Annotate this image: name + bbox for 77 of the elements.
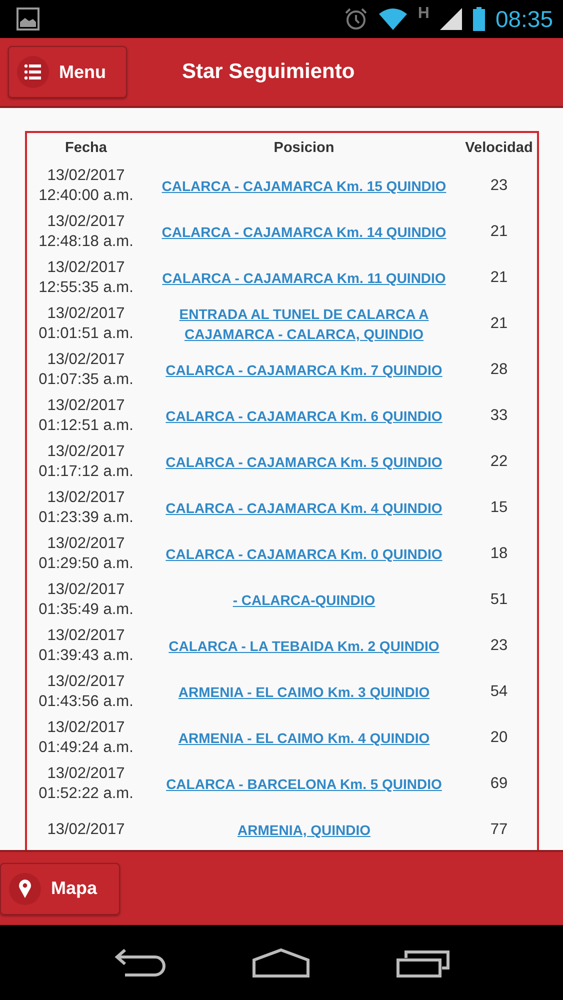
home-icon[interactable] (252, 948, 310, 978)
speed-value: 15 (490, 499, 508, 517)
date-text: 13/02/2017 (47, 166, 125, 186)
date-text: 13/02/2017 (47, 764, 125, 784)
date-text: 13/02/2017 (47, 258, 125, 278)
position-link[interactable]: CALARCA - CAJAMARCA Km. 4 QUINDIO (162, 498, 446, 518)
position-link[interactable]: ARMENIA - EL CAIMO Km. 4 QUINDIO (174, 728, 434, 748)
column-header: Posicion (272, 139, 336, 158)
date-text: 13/02/2017 (47, 534, 125, 554)
speed-value: 51 (490, 591, 508, 609)
time-text: 01:07:35 a.m. (38, 370, 134, 390)
network-type-label: H (418, 5, 430, 23)
speed-value: 69 (490, 775, 508, 793)
clock-time: 08:35 (495, 6, 553, 32)
signal-icon (439, 7, 464, 31)
recent-apps-icon[interactable] (396, 948, 450, 978)
speed-value: 33 (490, 407, 508, 425)
time-text: 01:43:56 a.m. (38, 692, 134, 712)
speed-value: 23 (490, 637, 508, 655)
time-text: 12:40:00 a.m. (38, 186, 134, 206)
speed-value: 77 (490, 821, 508, 839)
position-link[interactable]: CALARCA - CAJAMARCA Km. 6 QUINDIO (162, 406, 446, 426)
date-text: 13/02/2017 (47, 488, 125, 508)
position-link[interactable]: ARMENIA - EL CAIMO Km. 3 QUINDIO (174, 682, 434, 702)
time-text: 01:01:51 a.m. (38, 324, 134, 344)
wifi-icon (378, 8, 408, 30)
date-text: 13/02/2017 (47, 718, 125, 738)
position-link[interactable]: ENTRADA AL TUNEL DE CALARCA A CAJAMARCA - CALARCA, QUINDIO (145, 304, 463, 344)
date-text: 13/02/2017 (47, 626, 125, 646)
position-link[interactable]: CALARCA - CAJAMARCA Km. 15 QUINDIO (158, 176, 450, 196)
speed-value: 28 (490, 361, 508, 379)
back-icon[interactable] (112, 948, 167, 978)
image-icon (16, 7, 40, 31)
speed-value: 23 (490, 177, 508, 195)
position-link[interactable]: CALARCA - BARCELONA Km. 5 QUINDIO (162, 774, 446, 794)
position-link[interactable]: CALARCA - CAJAMARCA Km. 7 QUINDIO (162, 360, 446, 380)
position-link[interactable]: CALARCA - LA TEBAIDA Km. 2 QUINDIO (164, 636, 444, 656)
speed-value: 22 (490, 453, 508, 471)
menu-button[interactable]: Menu (8, 46, 127, 98)
date-text: 13/02/2017 (47, 442, 125, 462)
speed-value: 21 (490, 315, 508, 333)
position-link[interactable]: CALARCA - CAJAMARCA Km. 0 QUINDIO (162, 544, 446, 564)
time-text: 01:49:24 a.m. (38, 738, 134, 758)
time-text: 01:39:43 a.m. (38, 646, 134, 666)
battery-icon (473, 7, 486, 31)
position-link[interactable]: CALARCA - CAJAMARCA Km. 14 QUINDIO (158, 222, 450, 242)
alarm-icon (344, 7, 368, 31)
date-text: 13/02/2017 (47, 212, 125, 232)
time-text: 01:12:51 a.m. (38, 416, 134, 436)
date-text: 13/02/2017 (47, 396, 125, 416)
time-text: 01:17:12 a.m. (38, 462, 134, 482)
time-text: 12:55:35 a.m. (38, 278, 134, 298)
date-text: 13/02/2017 (47, 820, 125, 840)
speed-value: 20 (490, 729, 508, 747)
time-text: 01:35:49 a.m. (38, 600, 134, 620)
page-title: Star Seguimiento (182, 60, 355, 84)
date-text: 13/02/2017 (47, 580, 125, 600)
speed-value: 18 (490, 545, 508, 563)
date-text: 13/02/2017 (47, 350, 125, 370)
map-pin-icon (9, 872, 41, 904)
speed-value: 21 (490, 223, 508, 241)
position-link[interactable]: CALARCA - CAJAMARCA Km. 11 QUINDIO (158, 268, 450, 288)
date-text: 13/02/2017 (47, 304, 125, 324)
time-text: 01:23:39 a.m. (38, 508, 134, 528)
menu-icon (17, 56, 49, 88)
map-button[interactable]: Mapa (0, 862, 120, 914)
time-text: 12:48:18 a.m. (38, 232, 134, 252)
position-link[interactable]: CALARCA - CAJAMARCA Km. 5 QUINDIO (162, 452, 446, 472)
position-link[interactable]: - CALARCA-QUINDIO (228, 590, 380, 610)
position-link[interactable]: ARMENIA, QUINDIO (234, 820, 374, 840)
speed-value: 54 (490, 683, 508, 701)
speed-value: 21 (490, 269, 508, 287)
time-text: 01:29:50 a.m. (38, 554, 134, 574)
column-header: Fecha (64, 139, 108, 158)
date-text: 13/02/2017 (47, 672, 125, 692)
time-text: 01:52:22 a.m. (38, 784, 134, 804)
column-header: Velocidad (464, 139, 534, 158)
